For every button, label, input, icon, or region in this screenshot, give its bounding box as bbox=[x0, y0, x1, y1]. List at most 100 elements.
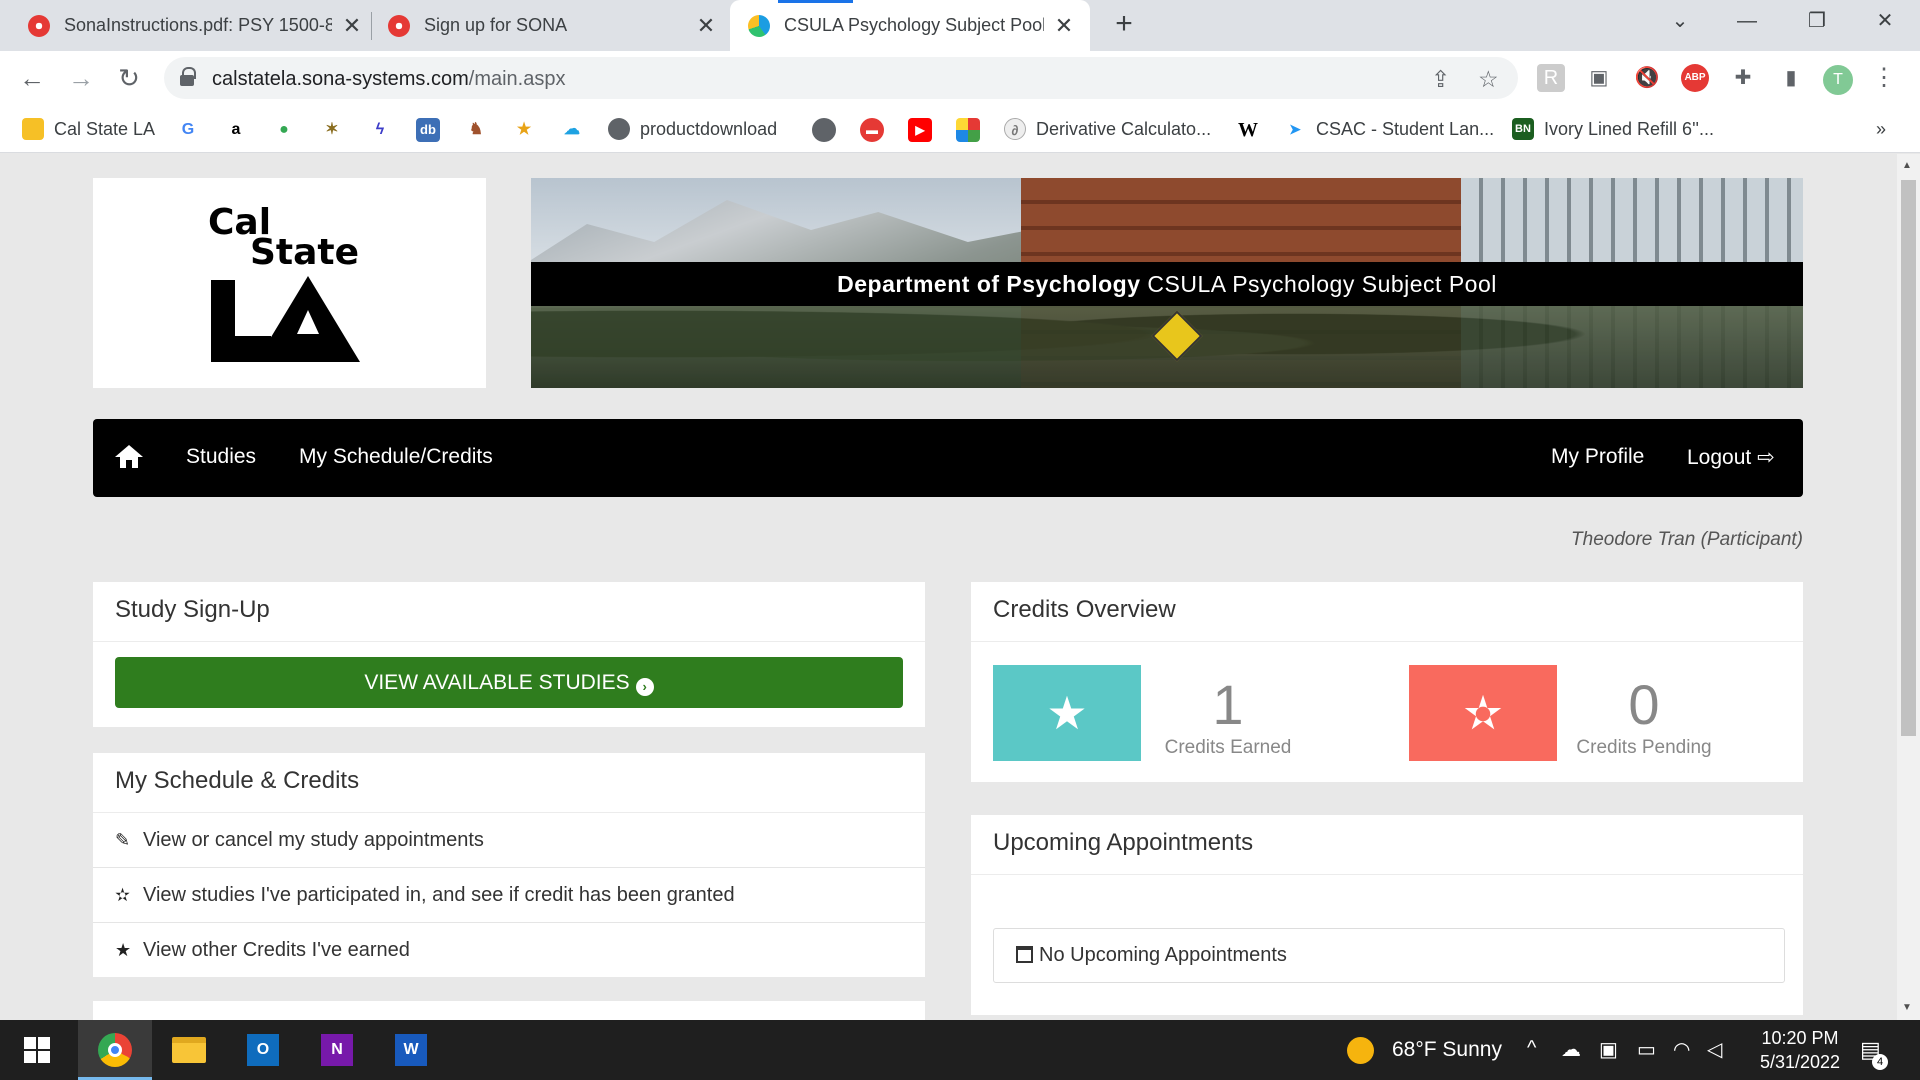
list-item[interactable]: ★ View other Credits I've earned bbox=[93, 923, 925, 978]
taskbar-onenote[interactable]: N bbox=[300, 1020, 374, 1080]
barnes-noble-icon: BN bbox=[1512, 118, 1534, 140]
profile-avatar[interactable]: T bbox=[1823, 65, 1853, 95]
participant-name: Theodore Tran (Participant) bbox=[1571, 529, 1803, 550]
system-clock[interactable]: 10:20 PM 5/31/2022 bbox=[1730, 1026, 1870, 1074]
close-tab-icon[interactable]: ✕ bbox=[1052, 13, 1076, 39]
upcoming-appointments-panel: Upcoming Appointments No Upcoming Appoin… bbox=[971, 815, 1803, 1015]
minimize-button[interactable]: — bbox=[1712, 0, 1782, 42]
bookmark-productdownload[interactable]: productdownload bbox=[608, 115, 777, 143]
nav-studies[interactable]: Studies bbox=[186, 445, 256, 469]
folder-icon bbox=[22, 118, 44, 140]
weather-sun-icon[interactable] bbox=[1347, 1037, 1374, 1064]
bookmark-icon: ➤ bbox=[1289, 121, 1301, 137]
forward-icon[interactable]: → bbox=[62, 59, 100, 97]
battery-icon[interactable]: ▭ bbox=[1637, 1037, 1656, 1062]
mute-icon[interactable]: 🔇 bbox=[1633, 64, 1661, 92]
weather-text[interactable]: 68°F Sunny bbox=[1392, 1038, 1502, 1062]
taskbar-file-explorer[interactable] bbox=[152, 1020, 226, 1080]
scroll-down-arrow[interactable]: ▼ bbox=[1902, 1002, 1912, 1013]
bookmark-icon[interactable]: ▬ bbox=[860, 118, 884, 142]
cal-state-la-logo-box[interactable]: Cal State bbox=[93, 178, 486, 388]
nav-my-profile[interactable]: My Profile bbox=[1551, 445, 1644, 469]
grid-apps-icon[interactable] bbox=[956, 118, 980, 142]
adblock-icon[interactable]: ABP bbox=[1681, 64, 1709, 92]
wikipedia-icon[interactable]: W bbox=[1236, 118, 1260, 142]
bookmark-csac[interactable]: ➤ CSAC - Student Lan... bbox=[1284, 115, 1494, 143]
tab-title: CSULA Psychology Subject Pool bbox=[784, 15, 1044, 35]
bookmark-cal-state-la[interactable]: Cal State LA bbox=[22, 115, 155, 143]
sona-icon bbox=[28, 14, 50, 37]
onedrive-cloud-icon[interactable]: ☁ bbox=[1561, 1037, 1581, 1062]
home-icon[interactable] bbox=[115, 445, 143, 469]
credits-pending-value: 0 bbox=[1628, 673, 1660, 736]
start-button[interactable] bbox=[0, 1020, 74, 1080]
scrollbar-thumb[interactable] bbox=[1901, 180, 1916, 736]
bookmark-icon[interactable]: ♞ bbox=[464, 118, 488, 142]
chevron-right-icon: › bbox=[635, 678, 654, 696]
logo-text: State bbox=[250, 232, 360, 273]
next-panel bbox=[93, 1001, 925, 1020]
view-available-studies-button[interactable]: VIEW AVAILABLE STUDIES › bbox=[115, 657, 903, 708]
app-tray-icon[interactable]: ▣ bbox=[1599, 1037, 1618, 1062]
volume-icon[interactable]: ◁ bbox=[1707, 1037, 1722, 1062]
list-item[interactable]: ✫ View studies I've participated in, and… bbox=[93, 868, 925, 923]
browser-toolbar: ← → ↻ calstatela.sona-systems.com/main.a… bbox=[0, 51, 1920, 105]
bookmark-derivative-calculator[interactable]: ∂ Derivative Calculato... bbox=[1004, 115, 1211, 143]
windows-taskbar: O N W 68°F Sunny ^ ☁ ▣ ▭ ◠ ◁ 10:20 PM 5/… bbox=[0, 1020, 1920, 1080]
calendar-icon bbox=[1016, 946, 1033, 963]
amazon-icon[interactable]: a bbox=[224, 118, 248, 142]
bookmark-icon[interactable]: db bbox=[416, 118, 440, 142]
bookmark-icon[interactable]: ϟ bbox=[368, 118, 392, 142]
taskbar-outlook[interactable]: O bbox=[226, 1020, 300, 1080]
nav-my-schedule-credits[interactable]: My Schedule/Credits bbox=[299, 445, 493, 469]
taskbar-word[interactable]: W bbox=[374, 1020, 448, 1080]
tab-sign-up-sona[interactable]: Sign up for SONA ✕ bbox=[388, 0, 718, 51]
menu-kebab-icon[interactable]: ⋮ bbox=[1870, 64, 1898, 92]
wifi-icon[interactable]: ◠ bbox=[1673, 1037, 1690, 1062]
back-icon[interactable]: ← bbox=[13, 59, 51, 97]
half-star-icon: ✫ bbox=[1409, 665, 1557, 761]
bookmark-ivory-lined-refill[interactable]: BN Ivory Lined Refill 6''... bbox=[1512, 115, 1714, 143]
close-tab-icon[interactable]: ✕ bbox=[340, 13, 364, 39]
chrome-icon bbox=[98, 1033, 132, 1067]
bookmark-star-icon[interactable]: ☆ bbox=[1478, 66, 1499, 93]
list-item[interactable]: ✎ View or cancel my study appointments bbox=[93, 813, 925, 868]
credits-earned-label: Credits Earned bbox=[1164, 737, 1292, 758]
share-icon[interactable]: ⇪ bbox=[1431, 66, 1450, 93]
tab-csula-psychology[interactable]: CSULA Psychology Subject Pool ✕ bbox=[730, 0, 1090, 51]
bookmark-icon[interactable]: ★ bbox=[512, 118, 536, 142]
page-scrollbar[interactable]: ▲ ▼ bbox=[1897, 154, 1920, 1020]
close-window-button[interactable]: ✕ bbox=[1850, 0, 1920, 42]
globe-icon[interactable] bbox=[812, 118, 836, 142]
bookmark-icon[interactable]: ✶ bbox=[320, 118, 344, 142]
extensions-puzzle-icon[interactable]: ✚ bbox=[1729, 64, 1757, 92]
side-panel-icon[interactable]: ▮ bbox=[1777, 64, 1805, 92]
main-nav: Studies My Schedule/Credits My Profile L… bbox=[93, 419, 1803, 497]
new-tab-button[interactable]: + bbox=[1107, 8, 1141, 42]
maps-pin-icon[interactable]: ● bbox=[272, 118, 296, 142]
reload-icon[interactable]: ↻ bbox=[110, 59, 148, 97]
salesforce-cloud-icon[interactable]: ☁ bbox=[560, 118, 584, 142]
youtube-icon[interactable]: ▶ bbox=[908, 118, 932, 142]
tab-sona-instructions[interactable]: SonaInstructions.pdf: PSY 1500-8 ✕ bbox=[28, 0, 364, 51]
bookmarks-bar: Cal State LA G a ● ✶ ϟ db ♞ ★ ☁ productd… bbox=[0, 105, 1920, 153]
panel-title: Upcoming Appointments bbox=[971, 815, 1803, 875]
tab-title: SonaInstructions.pdf: PSY 1500-8 bbox=[64, 15, 332, 35]
more-bookmarks-chevron[interactable]: » bbox=[1876, 115, 1886, 143]
url-text: calstatela.sona-systems.com/main.aspx bbox=[212, 68, 566, 90]
restore-button[interactable]: ❐ bbox=[1782, 0, 1852, 42]
scroll-up-arrow[interactable]: ▲ bbox=[1902, 160, 1912, 171]
tab-strip: SonaInstructions.pdf: PSY 1500-8 ✕ Sign … bbox=[0, 0, 1920, 51]
nav-logout[interactable]: Logout ⇨ bbox=[1687, 445, 1775, 470]
google-icon[interactable]: G bbox=[176, 118, 200, 142]
close-tab-icon[interactable]: ✕ bbox=[694, 13, 718, 39]
tab-search-icon[interactable]: ⌄ bbox=[1645, 0, 1715, 42]
chevron-up-icon[interactable]: ^ bbox=[1527, 1037, 1536, 1060]
picture-in-picture-icon[interactable]: ▣ bbox=[1585, 64, 1613, 92]
address-bar[interactable]: calstatela.sona-systems.com/main.aspx ⇪ … bbox=[164, 57, 1518, 99]
extension-icon[interactable]: R bbox=[1537, 64, 1565, 92]
taskbar-chrome[interactable] bbox=[78, 1020, 152, 1080]
edit-icon: ✎ bbox=[115, 829, 131, 850]
globe-icon bbox=[608, 118, 630, 140]
star-icon: ★ bbox=[993, 665, 1141, 761]
